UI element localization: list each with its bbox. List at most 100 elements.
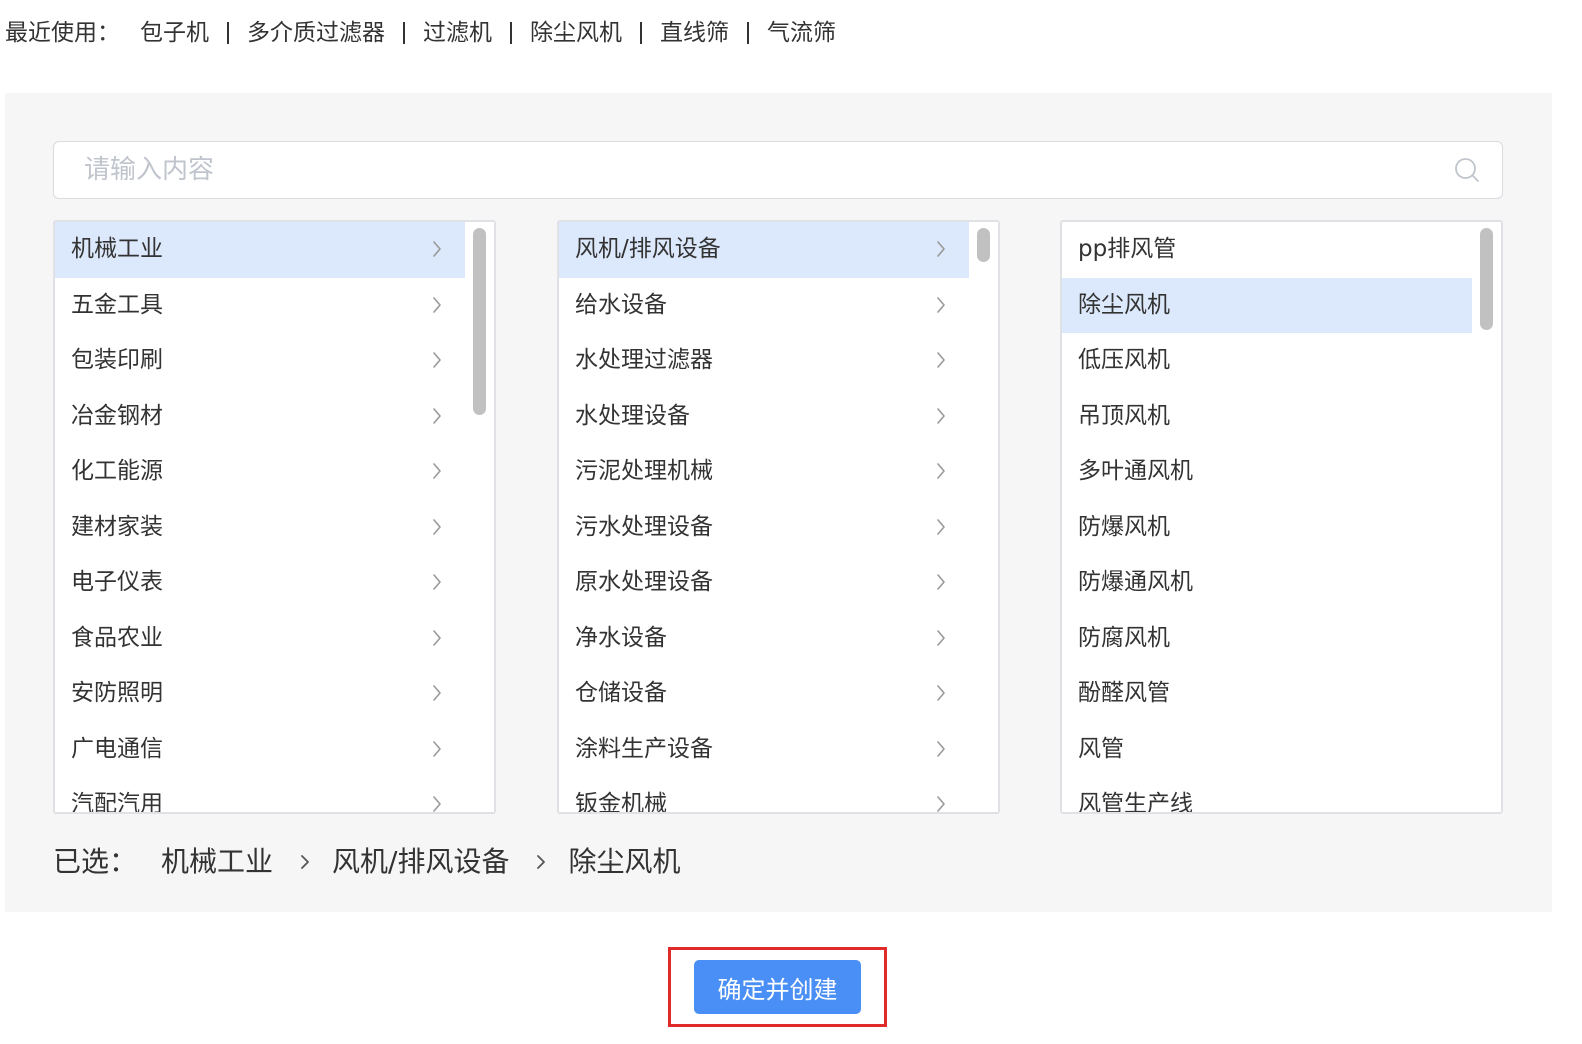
category-item[interactable]: 钣金机械 (559, 777, 969, 812)
recent-item[interactable]: 多介质过滤器 (247, 15, 385, 51)
chevron-right-icon (433, 796, 441, 812)
scrollbar-track[interactable] (969, 222, 998, 812)
category-item[interactable]: 建材家装 (55, 500, 465, 556)
category-item[interactable]: 食品农业 (55, 611, 465, 667)
category-item-label: 酚醛风管 (1078, 680, 1170, 706)
selected-path: 已选： 机械工业 风机/排风设备 除尘风机 (53, 842, 680, 882)
scrollbar-thumb[interactable] (977, 228, 990, 262)
chevron-right-icon (433, 629, 441, 646)
recent-item[interactable]: 直线筛 (660, 15, 729, 51)
category-item-label: 涂料生产设备 (575, 735, 713, 762)
chevron-right-icon (433, 296, 441, 313)
category-item[interactable]: 五金工具 (55, 278, 465, 334)
recent-item[interactable]: 气流筛 (767, 15, 836, 51)
scrollbar-track[interactable] (1472, 222, 1501, 812)
confirm-create-button[interactable]: 确定并创建 (694, 960, 861, 1014)
category-column-2: 风机/排风设备 给水设备 水处理过滤器 水处理设备 污泥处理机械 污水处理设备 … (557, 220, 1000, 814)
category-item[interactable]: 汽配汽用 (55, 777, 465, 812)
chevron-right-icon (433, 574, 441, 590)
category-item[interactable]: 涂料生产设备 (559, 722, 969, 778)
category-item[interactable]: 冶金钢材 (55, 389, 465, 445)
category-item-label: 多叶通风机 (1078, 458, 1193, 484)
category-item[interactable]: 防爆通风机 (1062, 555, 1472, 611)
selected-path-item: 风机/排风设备 (332, 845, 510, 878)
search-icon[interactable] (1454, 157, 1480, 183)
category-item[interactable]: 多叶通风机 (1062, 444, 1472, 500)
chevron-right-icon (937, 241, 945, 257)
category-item-label: 安防照明 (71, 680, 163, 706)
category-item-label: 污水处理设备 (575, 513, 713, 540)
chevron-right-icon (937, 407, 945, 424)
category-item[interactable]: 包装印刷 (55, 333, 465, 389)
category-item[interactable]: 风管生产线 (1062, 777, 1472, 812)
chevron-right-icon (433, 518, 441, 535)
recent-item[interactable]: 除尘风机 (530, 15, 622, 51)
scrollbar-thumb[interactable] (1480, 228, 1493, 330)
search-box (53, 141, 1503, 199)
category-item-label: 水处理设备 (575, 402, 690, 429)
category-item-label: 净水设备 (575, 624, 667, 651)
category-item-label: 钣金机械 (575, 791, 667, 812)
category-item[interactable]: 化工能源 (55, 444, 465, 500)
category-item[interactable]: 电子仪表 (55, 555, 465, 611)
category-item-label: 防爆风机 (1078, 513, 1170, 540)
category-item-label: 低压风机 (1078, 347, 1170, 373)
category-item[interactable]: 安防照明 (55, 666, 465, 722)
search-input[interactable] (84, 142, 1424, 198)
selected-path-label: 已选： (53, 845, 138, 878)
chevron-right-icon (937, 518, 945, 535)
category-item-label: 风管生产线 (1078, 791, 1193, 812)
category-item-label: 风管 (1078, 735, 1124, 762)
category-list: 机械工业 五金工具 包装印刷 冶金钢材 化工能源 建材家装 电子仪表 食品农业 … (55, 222, 465, 812)
divider (747, 22, 749, 44)
chevron-right-icon (937, 629, 945, 646)
category-item[interactable]: 低压风机 (1062, 333, 1472, 389)
category-item-label: 仓储设备 (575, 680, 667, 706)
category-list: pp排风管 除尘风机 低压风机 吊顶风机 多叶通风机 防爆风机 防爆通风机 防腐… (1062, 222, 1472, 812)
chevron-right-icon (937, 463, 945, 479)
recent-item[interactable]: 过滤机 (423, 15, 492, 51)
category-item[interactable]: 防腐风机 (1062, 611, 1472, 667)
chevron-right-icon (433, 241, 441, 257)
category-item[interactable]: 酚醛风管 (1062, 666, 1472, 722)
category-item-label: 食品农业 (71, 624, 163, 651)
category-item[interactable]: 除尘风机 (1062, 277, 1472, 333)
category-column-3: pp排风管 除尘风机 低压风机 吊顶风机 多叶通风机 防爆风机 防爆通风机 防腐… (1060, 220, 1503, 814)
category-item[interactable]: 防爆风机 (1062, 500, 1472, 556)
category-item[interactable]: 仓储设备 (559, 666, 969, 722)
chevron-right-icon (433, 740, 441, 757)
chevron-right-icon (937, 740, 945, 757)
divider (510, 22, 512, 44)
category-item-label: 防腐风机 (1078, 624, 1170, 651)
category-item[interactable]: 水处理设备 (559, 389, 969, 445)
category-item[interactable]: pp排风管 (1062, 222, 1472, 278)
category-item[interactable]: 原水处理设备 (559, 555, 969, 611)
category-item-label: 化工能源 (71, 458, 163, 484)
category-item[interactable]: 吊顶风机 (1062, 389, 1472, 445)
scrollbar-thumb[interactable] (473, 228, 486, 415)
chevron-right-icon (433, 685, 441, 701)
category-item[interactable]: 机械工业 (55, 222, 465, 278)
category-item-label: 吊顶风机 (1078, 402, 1170, 429)
chevron-right-icon (433, 352, 441, 368)
category-item-label: 除尘风机 (1078, 291, 1170, 318)
category-item[interactable]: 污泥处理机械 (559, 444, 969, 500)
category-item-label: 广电通信 (71, 735, 163, 762)
category-item[interactable]: 风机/排风设备 (559, 222, 969, 278)
category-item-label: 风机/排风设备 (575, 236, 721, 262)
category-item[interactable]: 污水处理设备 (559, 500, 969, 556)
category-item-label: 电子仪表 (71, 569, 163, 595)
chevron-right-icon (537, 855, 546, 869)
recent-item[interactable]: 包子机 (140, 15, 209, 51)
scrollbar-track[interactable] (465, 222, 494, 812)
chevron-right-icon (301, 855, 309, 869)
category-item[interactable]: 广电通信 (55, 722, 465, 778)
category-item-label: 五金工具 (71, 291, 163, 318)
category-item[interactable]: 给水设备 (559, 278, 969, 334)
category-item[interactable]: 净水设备 (559, 611, 969, 667)
category-item[interactable]: 水处理过滤器 (559, 333, 969, 389)
category-item-label: 给水设备 (575, 291, 667, 318)
category-item[interactable]: 风管 (1062, 722, 1472, 778)
recent-label: 最近使用： (5, 20, 120, 46)
selected-path-item: 机械工业 (161, 845, 274, 878)
